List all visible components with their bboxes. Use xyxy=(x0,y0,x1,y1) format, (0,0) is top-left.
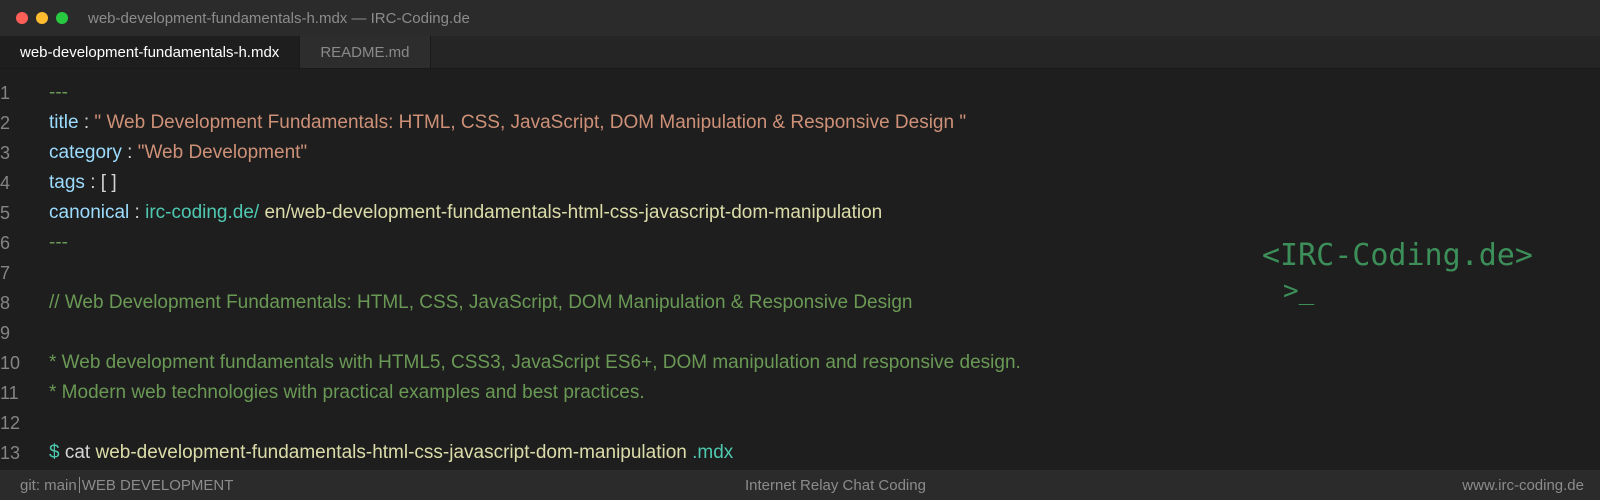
title-key: title xyxy=(49,112,79,133)
status-bar: git: main WEB DEVELOPMENT Internet Relay… xyxy=(0,470,1600,500)
colon: : xyxy=(84,172,101,193)
window-title: web-development-fundamentals-h.mdx — IRC… xyxy=(88,9,470,27)
description-bullet: * Web development fundamentals with HTML… xyxy=(49,352,1021,373)
line-number: 6 xyxy=(0,232,11,253)
code-line: 8 // Web Development Fundamentals: HTML,… xyxy=(0,288,1600,318)
terminal-cursor-icon: >_ xyxy=(1283,276,1315,306)
minimize-window-button[interactable] xyxy=(36,12,48,24)
tags-key: tags xyxy=(49,172,85,193)
code-line: 9 xyxy=(0,318,1600,348)
colon: : xyxy=(121,142,138,163)
line-number: 2 xyxy=(0,112,11,133)
shell-filename: web-development-fundamentals-html-css-ja… xyxy=(95,442,687,463)
shell-prompt: $ xyxy=(49,442,60,463)
editor-area[interactable]: 1 --- 2 title : " Web Development Fundam… xyxy=(0,78,1600,470)
status-center-text: Internet Relay Chat Coding xyxy=(745,476,926,494)
status-divider xyxy=(78,477,80,493)
canonical-path: en/web-development-fundamentals-html-css… xyxy=(259,202,883,223)
code-line: 10 * Web development fundamentals with H… xyxy=(0,348,1600,378)
colon: : xyxy=(129,202,146,223)
line-number: 8 xyxy=(0,292,11,313)
code-line: 11 * Modern web technologies with practi… xyxy=(0,378,1600,408)
code-line: 1 --- xyxy=(0,78,1600,108)
tab-web-development-fundamentals[interactable]: web-development-fundamentals-h.mdx xyxy=(0,36,301,68)
category-key: category xyxy=(49,142,122,163)
shell-command: cat xyxy=(59,442,96,463)
description-bullet: * Modern web technologies with practical… xyxy=(49,382,645,403)
line-number: 3 xyxy=(0,142,11,163)
line-number: 1 xyxy=(0,82,11,103)
line-number: 10 xyxy=(0,352,21,373)
close-window-button[interactable] xyxy=(16,12,28,24)
tab-readme[interactable]: README.md xyxy=(300,36,431,68)
git-branch[interactable]: git: main xyxy=(20,477,77,494)
code-line: 5 canonical : irc-coding.de/ en/web-deve… xyxy=(0,198,1600,228)
line-number: 7 xyxy=(0,262,11,283)
code-line: 3 category : "Web Development" xyxy=(0,138,1600,168)
title-bar: web-development-fundamentals-h.mdx — IRC… xyxy=(0,0,1600,36)
irc-coding-logo: <IRC-Coding.de> xyxy=(1262,238,1533,273)
code-line: 12 xyxy=(0,408,1600,438)
shell-file-extension: .mdx xyxy=(686,442,734,463)
line-number: 13 xyxy=(0,442,21,463)
line-number: 11 xyxy=(0,382,19,403)
status-category: WEB DEVELOPMENT xyxy=(81,476,234,494)
line-number: 9 xyxy=(0,322,11,343)
colon: : xyxy=(78,112,95,133)
code-line: 4 tags : [ ] xyxy=(0,168,1600,198)
tab-bar: web-development-fundamentals-h.mdx READM… xyxy=(0,36,1600,69)
line-number: 12 xyxy=(0,412,21,433)
canonical-domain: irc-coding.de/ xyxy=(145,202,260,223)
status-website: www.irc-coding.de xyxy=(1462,476,1584,494)
line-number: 5 xyxy=(0,202,11,223)
title-value: " Web Development Fundamentals: HTML, CS… xyxy=(94,112,967,133)
category-value: "Web Development" xyxy=(137,142,308,163)
code-line: 13 $ cat web-development-fundamentals-ht… xyxy=(0,438,1600,468)
zoom-window-button[interactable] xyxy=(56,12,68,24)
frontmatter-separator: --- xyxy=(49,232,68,253)
code-line: 2 title : " Web Development Fundamentals… xyxy=(0,108,1600,138)
tags-value: [ ] xyxy=(100,172,117,193)
line-number: 4 xyxy=(0,172,11,193)
canonical-key: canonical xyxy=(49,202,130,223)
window-controls xyxy=(16,12,68,24)
comment-heading: // Web Development Fundamentals: HTML, C… xyxy=(49,292,913,313)
frontmatter-separator: --- xyxy=(49,82,68,103)
